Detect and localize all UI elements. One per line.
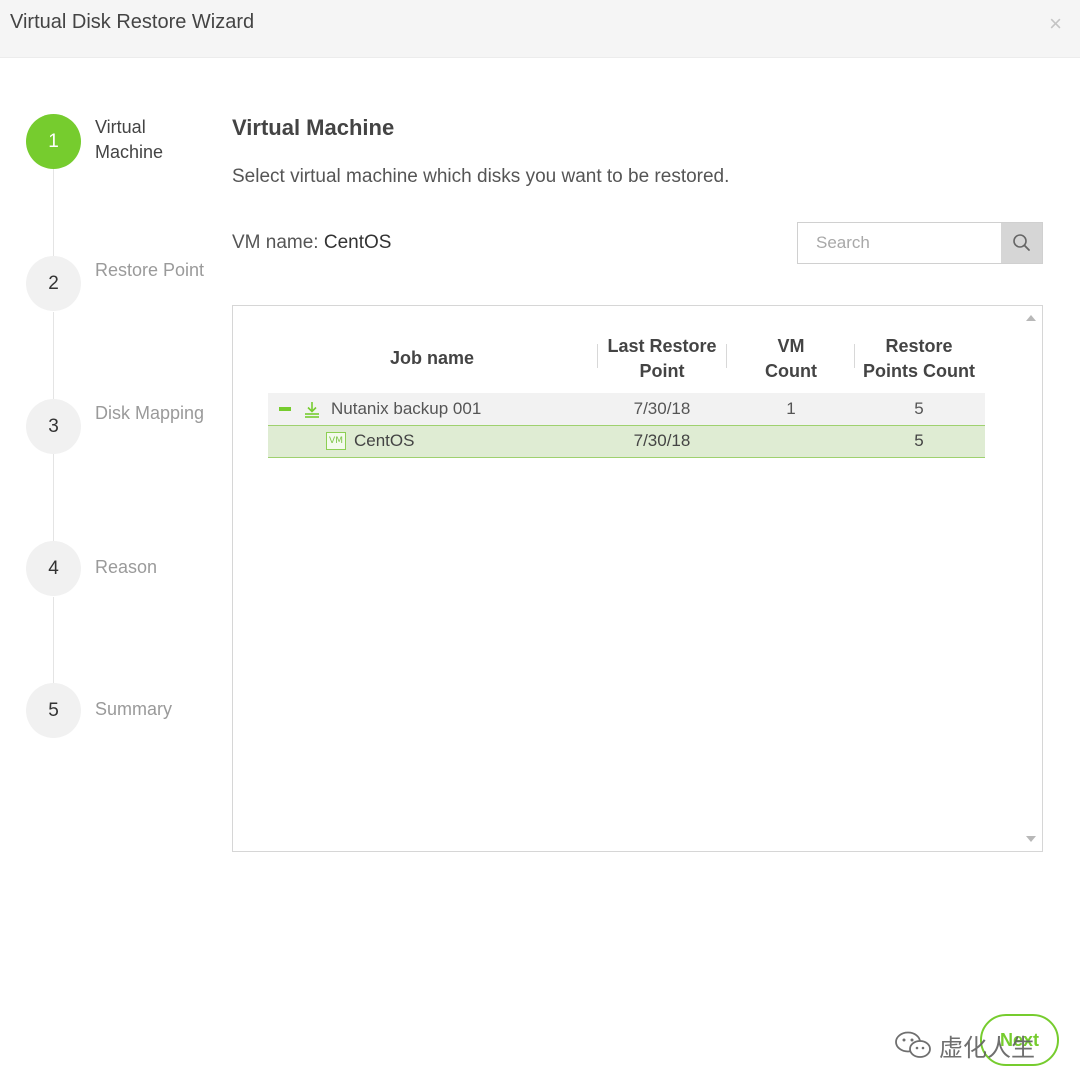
search-icon (1013, 234, 1030, 251)
step-label: Restore Point (95, 260, 205, 280)
vertical-scrollbar[interactable] (1020, 306, 1042, 851)
jobs-grid: Job name Last Restore Point VM Count Res… (232, 305, 1043, 852)
page-title: Virtual Machine (232, 115, 395, 140)
step-number: 2 (26, 256, 81, 311)
vm-icon: VM (326, 432, 346, 450)
table-row-vm-selected[interactable]: VM CentOS 7/30/18 5 (268, 425, 985, 458)
step-summary[interactable]: 5 Summary (26, 683, 206, 739)
step-reason[interactable]: 4 Reason (26, 541, 206, 597)
column-header-vm-count[interactable]: VM Count (753, 334, 829, 384)
step-connector (53, 169, 54, 256)
scroll-down-icon[interactable] (1026, 836, 1036, 842)
job-download-icon (305, 402, 319, 418)
collapse-icon[interactable] (279, 407, 291, 411)
step-connector (53, 597, 54, 683)
search-box (797, 222, 1043, 264)
title-bar: Virtual Disk Restore Wizard × (0, 0, 1080, 58)
cell-vm-name: CentOS (354, 431, 415, 450)
step-label: Summary (95, 699, 173, 719)
cell-vm-count: 1 (786, 399, 796, 418)
vm-name: VM name: CentOS (232, 232, 391, 254)
page-description: Select virtual machine which disks you w… (232, 166, 730, 187)
step-number: 3 (26, 399, 81, 454)
step-virtual-machine[interactable]: 1 Virtual Machine (26, 114, 206, 170)
column-separator (854, 344, 855, 368)
step-connector (53, 454, 54, 541)
step-number: 1 (26, 114, 81, 169)
column-header-job-name[interactable]: Job name (367, 346, 497, 371)
step-label: Reason (95, 557, 158, 577)
scroll-up-icon[interactable] (1026, 315, 1036, 321)
step-disk-mapping[interactable]: 3 Disk Mapping (26, 399, 206, 455)
cell-restore-points-count: 5 (914, 399, 924, 418)
column-separator (597, 344, 598, 368)
cell-restore-points-count: 5 (914, 431, 924, 450)
step-connector (53, 312, 54, 399)
step-number: 4 (26, 541, 81, 596)
vm-name-label: VM name: (232, 232, 319, 253)
step-label: Disk Mapping (95, 403, 205, 423)
close-icon[interactable]: × (1049, 12, 1062, 36)
wechat-icon (895, 1031, 931, 1058)
vm-name-value: CentOS (323, 232, 392, 253)
step-number: 5 (26, 683, 81, 738)
step-restore-point[interactable]: 2 Restore Point (26, 256, 206, 312)
search-input[interactable] (798, 223, 1002, 263)
column-header-restore-points-count[interactable]: Restore Points Count (859, 334, 979, 384)
watermark: 虚化人生 (893, 1028, 1035, 1062)
column-header-last-restore-point[interactable]: Last Restore Point (599, 334, 725, 384)
search-button[interactable] (1001, 223, 1042, 263)
window-title: Virtual Disk Restore Wizard (10, 11, 255, 33)
cell-last-restore-point: 7/30/18 (633, 431, 691, 450)
step-label: Virtual Machine (95, 117, 164, 162)
cell-last-restore-point: 7/30/18 (633, 399, 691, 418)
column-separator (726, 344, 727, 368)
table-row-job[interactable]: Nutanix backup 001 7/30/18 1 5 (268, 393, 985, 425)
cell-job-name: Nutanix backup 001 (331, 399, 482, 418)
watermark-text: 虚化人生 (939, 1033, 1035, 1062)
